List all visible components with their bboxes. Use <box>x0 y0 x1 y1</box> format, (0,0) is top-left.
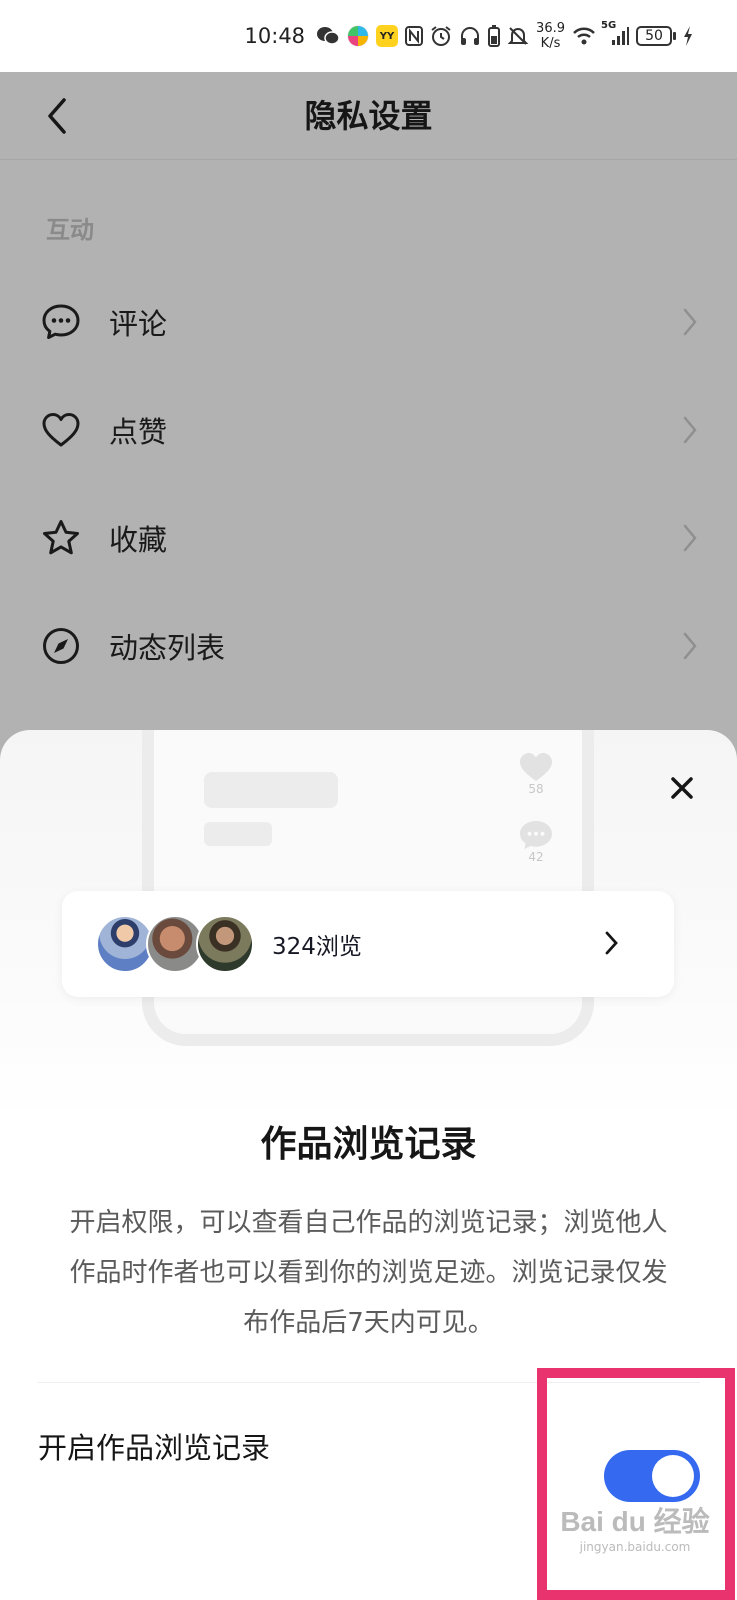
menu-item-label: 动态列表 <box>109 631 226 665</box>
network-speed-value: 36.9 <box>536 21 565 36</box>
comment-icon <box>40 301 82 343</box>
avatar <box>196 915 254 973</box>
view-count-label: 324浏览 <box>272 934 362 960</box>
watermark-logo: Bai du 经验 <box>560 1506 710 1537</box>
alarm-icon <box>430 25 452 47</box>
chevron-right-icon <box>678 305 702 339</box>
mute-bell-icon <box>507 25 529 47</box>
star-icon <box>40 517 82 559</box>
view-count-card: 324浏览 <box>62 891 674 997</box>
phone-preview-illustration: 58 42 <box>142 730 594 1046</box>
placeholder-bar <box>204 822 272 846</box>
chevron-right-icon <box>602 927 622 959</box>
close-icon <box>671 777 693 799</box>
baidu-watermark: Bai du 经验 jingyan.baidu.com <box>560 1500 710 1576</box>
menu-item-like[interactable]: 点赞 <box>0 388 737 472</box>
preview-like: 58 <box>516 752 556 796</box>
preview-comment-count: 42 <box>528 850 544 864</box>
headphones-icon <box>459 25 481 47</box>
sheet-description: 开启权限，可以查看自己作品的浏览记录；浏览他人作品时作者也可以看到你的浏览足迹。… <box>69 1208 668 1338</box>
pinwheel-app-icon <box>347 25 369 47</box>
menu-item-activity-list[interactable]: 动态列表 <box>0 604 737 688</box>
network-speed-unit: K/s <box>540 36 561 51</box>
menu-item-favorites[interactable]: 收藏 <box>0 496 737 580</box>
wechat-icon <box>316 25 340 47</box>
page-title: 隐私设置 <box>304 97 433 135</box>
status-time: 10:48 <box>244 24 306 48</box>
heart-icon <box>40 409 82 451</box>
watermark-url: jingyan.baidu.com <box>579 1540 691 1554</box>
menu-item-comment[interactable]: 评论 <box>0 280 737 364</box>
network-type-label: 5G <box>601 20 617 31</box>
menu-item-label: 点赞 <box>109 415 168 449</box>
preview-comment: 42 <box>516 820 556 864</box>
battery-level: 50 <box>645 28 663 44</box>
battery-icon: 50 <box>636 26 676 46</box>
earbud-battery-icon <box>488 25 501 47</box>
chevron-right-icon <box>678 413 702 447</box>
chevron-right-icon <box>678 521 702 555</box>
chevron-right-icon <box>678 629 702 663</box>
compass-icon <box>40 625 82 667</box>
cellular-signal-icon: 5G <box>601 20 629 46</box>
network-speed: 36.9 K/s <box>536 21 565 51</box>
sheet-heading: 作品浏览记录 <box>260 1124 477 1165</box>
menu-item-label: 评论 <box>109 307 168 341</box>
charging-bolt-icon <box>683 26 693 46</box>
close-button[interactable] <box>664 770 700 806</box>
heart-icon <box>520 753 552 781</box>
status-bar: 10:48 YY 36.9 K/s 5G 50 <box>0 0 737 72</box>
menu-item-label: 收藏 <box>109 523 168 557</box>
toggle-label: 开启作品浏览记录 <box>38 1431 271 1465</box>
wifi-icon <box>572 26 596 46</box>
yy-app-icon: YY <box>376 25 399 47</box>
placeholder-bar <box>204 772 338 808</box>
nfc-icon <box>405 26 424 46</box>
section-title-interaction: 互动 <box>46 216 94 244</box>
preview-like-count: 58 <box>528 782 544 796</box>
nav-bar: 隐私设置 <box>0 72 737 160</box>
comment-icon <box>520 821 552 849</box>
